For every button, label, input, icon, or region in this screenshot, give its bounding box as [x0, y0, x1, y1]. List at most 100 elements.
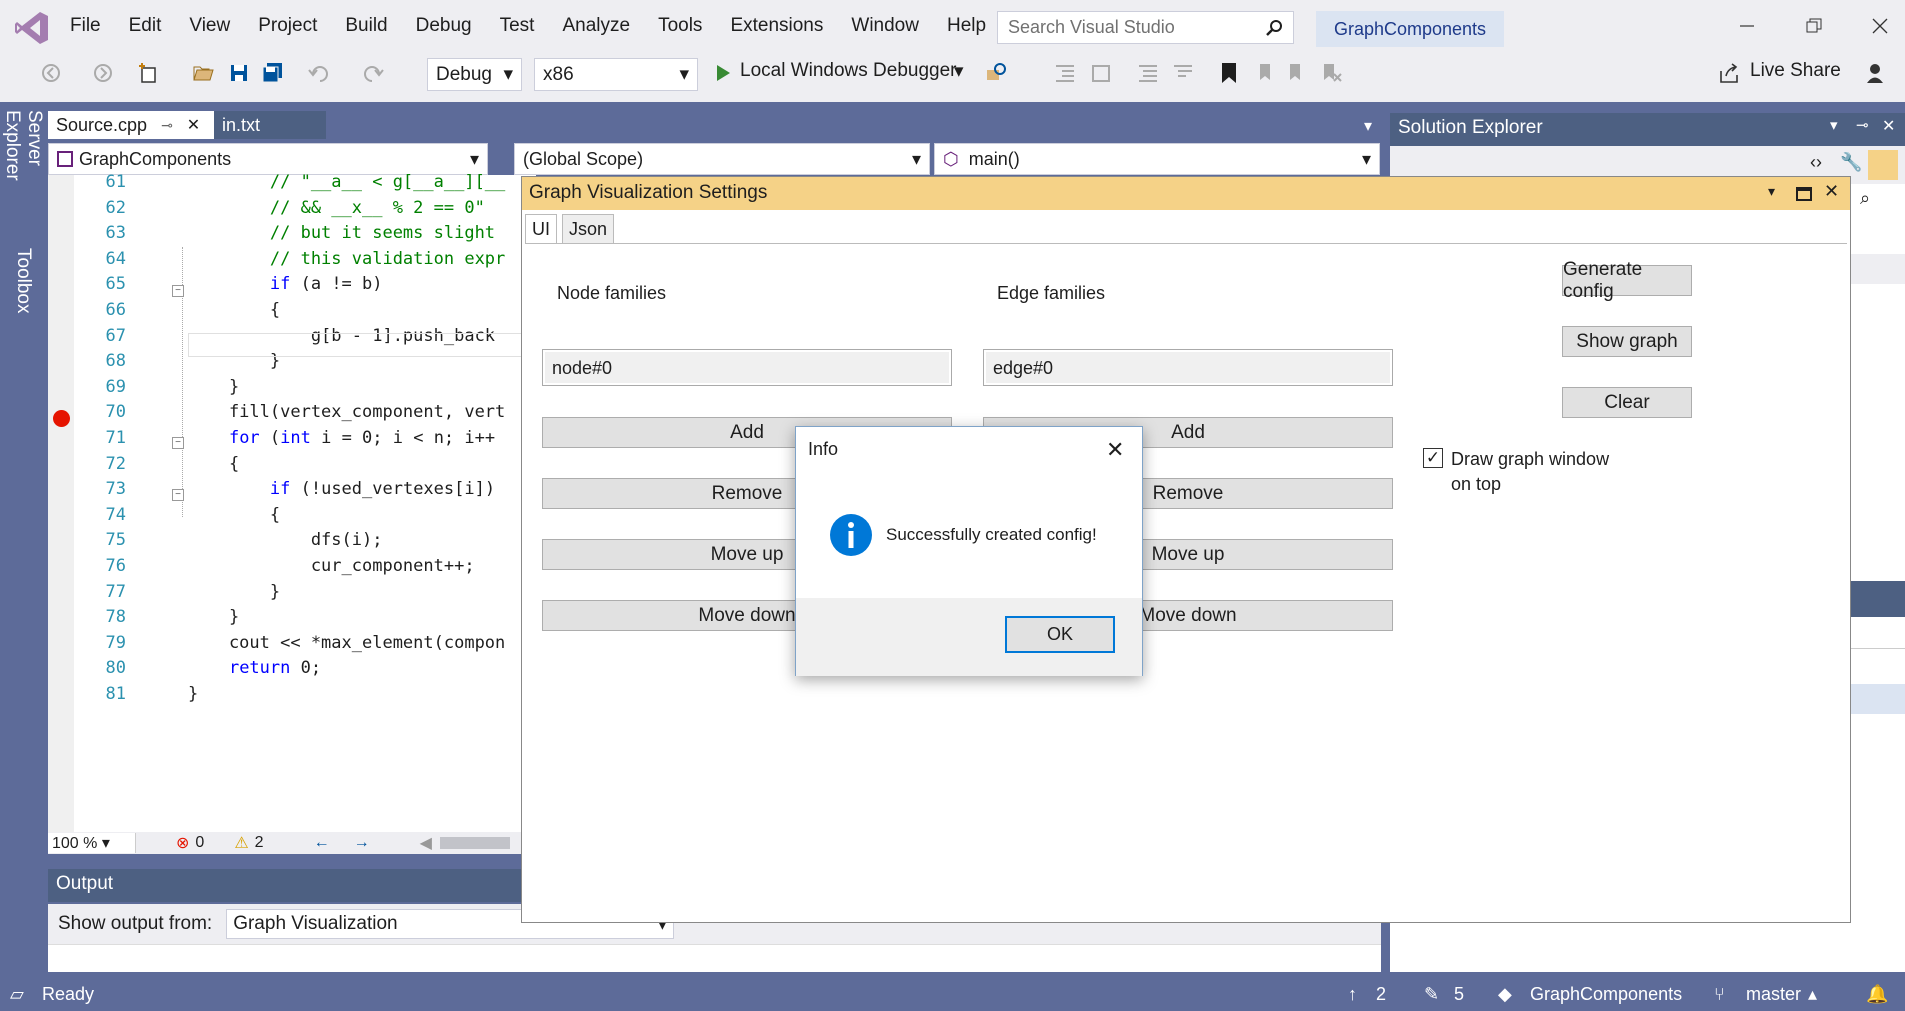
code-line[interactable]: 77 }: [48, 579, 536, 605]
code-line[interactable]: 70 fill(vertex_component, vert: [48, 399, 536, 425]
output-window-icon[interactable]: ▱: [10, 984, 24, 1005]
redo-icon[interactable]: [360, 60, 386, 86]
pin-icon[interactable]: ⊸: [161, 117, 173, 134]
repository-name[interactable]: GraphComponents: [1530, 984, 1682, 1005]
properties-icon[interactable]: 🔧: [1840, 152, 1866, 178]
uncomment-icon[interactable]: [1170, 60, 1196, 86]
warning-icon[interactable]: ⚠: [234, 833, 248, 853]
save-all-icon[interactable]: [260, 60, 286, 86]
find-files-icon[interactable]: [984, 60, 1010, 86]
menu-test[interactable]: Test: [486, 15, 549, 37]
scroll-left-icon[interactable]: ◀: [420, 833, 432, 853]
dropdown-icon[interactable]: ▾: [1830, 116, 1838, 134]
play-icon[interactable]: [710, 60, 736, 86]
collapse-icon[interactable]: −: [172, 489, 184, 501]
code-line[interactable]: 64 // this validation expr: [48, 246, 536, 272]
scope-dropdown[interactable]: (Global Scope) ▾: [514, 143, 930, 175]
menu-extensions[interactable]: Extensions: [716, 15, 837, 37]
search-input[interactable]: Search Visual Studio: [1008, 17, 1175, 38]
properties-dropdown[interactable]: [1850, 621, 1905, 649]
close-icon[interactable]: ✕: [187, 115, 200, 135]
code-line[interactable]: 62 // && __x__ % 2 == 0": [48, 195, 536, 221]
menu-help[interactable]: Help: [933, 15, 1000, 37]
close-icon[interactable]: ✕: [1106, 437, 1124, 463]
restore-icon[interactable]: [1800, 12, 1828, 40]
tab-source-cpp[interactable]: Source.cpp ⊸ ✕: [48, 111, 214, 139]
share-icon[interactable]: [1716, 60, 1742, 86]
toolbox-tab[interactable]: Toolbox: [8, 246, 38, 316]
repo-icon[interactable]: ◆: [1498, 984, 1512, 1005]
collapse-icon[interactable]: −: [172, 437, 184, 449]
pin-icon[interactable]: ⊸: [1856, 116, 1869, 134]
collapse-icon[interactable]: −: [172, 285, 184, 297]
code-line[interactable]: 75 dfs(i);: [48, 527, 536, 553]
platform-dropdown[interactable]: x86 ▾: [534, 58, 698, 91]
menu-window[interactable]: Window: [837, 15, 933, 37]
code-line[interactable]: 63 // but it seems slight: [48, 220, 536, 246]
menu-debug[interactable]: Debug: [402, 15, 486, 37]
member-dropdown[interactable]: ⬡ main() ▾: [934, 143, 1380, 175]
start-debugging-button[interactable]: Local Windows Debugger: [740, 60, 957, 82]
next-bookmark-icon[interactable]: [1284, 60, 1310, 86]
tab-ui[interactable]: UI: [525, 214, 557, 244]
server-explorer-tab[interactable]: Server Explorer: [2, 110, 45, 230]
pencil-icon[interactable]: ✎: [1424, 984, 1439, 1005]
configuration-dropdown[interactable]: Debug ▾: [427, 58, 522, 91]
code-line[interactable]: 71 for (int i = 0; i < n; i++: [48, 425, 536, 451]
code-line[interactable]: 74 {: [48, 502, 536, 528]
code-line[interactable]: 78 }: [48, 604, 536, 630]
clear-button[interactable]: Clear: [1562, 387, 1692, 418]
zoom-dropdown[interactable]: 100 % ▾: [48, 833, 136, 853]
menu-view[interactable]: View: [175, 15, 244, 37]
horizontal-scrollbar[interactable]: [439, 837, 510, 849]
menu-analyze[interactable]: Analyze: [548, 15, 644, 37]
maximize-icon[interactable]: [1796, 187, 1812, 201]
node-family-list[interactable]: node#0: [542, 349, 952, 386]
preview-toggle-icon[interactable]: [1868, 150, 1898, 180]
menu-edit[interactable]: Edit: [115, 15, 176, 37]
debugger-dropdown-arrow[interactable]: ▾: [954, 60, 964, 83]
close-window-icon[interactable]: [1866, 12, 1894, 40]
menu-build[interactable]: Build: [331, 15, 401, 37]
comment-icon[interactable]: [1135, 60, 1161, 86]
search-icon[interactable]: [1265, 19, 1283, 37]
tab-in-txt[interactable]: in.txt: [214, 111, 326, 139]
close-icon[interactable]: ✕: [1824, 181, 1839, 202]
code-line[interactable]: 66 {: [48, 297, 536, 323]
branch-icon[interactable]: ⑂: [1714, 984, 1725, 1005]
code-line[interactable]: 81}: [48, 681, 536, 707]
open-folder-icon[interactable]: [190, 60, 216, 86]
code-line[interactable]: 61 // "__a__ < g[__a__][__: [48, 169, 536, 195]
notifications-icon[interactable]: 🔔: [1866, 984, 1888, 1005]
new-project-icon[interactable]: [136, 60, 162, 86]
error-icon[interactable]: ⊗: [176, 833, 189, 853]
next-issue-icon[interactable]: →: [354, 834, 370, 852]
output-text-area[interactable]: [48, 944, 1381, 972]
show-graph-button[interactable]: Show graph: [1562, 326, 1692, 357]
menu-project[interactable]: Project: [244, 15, 331, 37]
dropdown-icon[interactable]: ▾: [1768, 183, 1775, 200]
branch-name[interactable]: master: [1746, 984, 1801, 1005]
indent-icon[interactable]: [1052, 60, 1078, 86]
code-line[interactable]: 65 if (a != b): [48, 271, 536, 297]
clear-bookmarks-icon[interactable]: [1318, 60, 1344, 86]
code-line[interactable]: 73 if (!used_vertexes[i]): [48, 476, 536, 502]
edge-family-list[interactable]: edge#0: [983, 349, 1393, 386]
feedback-icon[interactable]: [1862, 60, 1888, 86]
outdent-icon[interactable]: [1088, 60, 1114, 86]
back-icon[interactable]: [38, 60, 64, 86]
ok-button[interactable]: OK: [1005, 616, 1115, 653]
up-arrow-icon[interactable]: ↑: [1348, 984, 1357, 1005]
undo-icon[interactable]: [306, 60, 332, 86]
forward-icon[interactable]: [90, 60, 116, 86]
minimize-icon[interactable]: [1733, 12, 1761, 40]
prev-bookmark-icon[interactable]: [1250, 60, 1276, 86]
save-icon[interactable]: [226, 60, 252, 86]
code-line[interactable]: 72 {: [48, 451, 536, 477]
code-line[interactable]: 76 cur_component++;: [48, 553, 536, 579]
chevron-up-icon[interactable]: ▴: [1808, 984, 1817, 1005]
previous-issue-icon[interactable]: ←: [314, 834, 330, 852]
live-share-button[interactable]: Live Share: [1750, 60, 1841, 82]
generate-config-button[interactable]: Generate config: [1562, 259, 1692, 302]
menu-tools[interactable]: Tools: [644, 15, 716, 37]
